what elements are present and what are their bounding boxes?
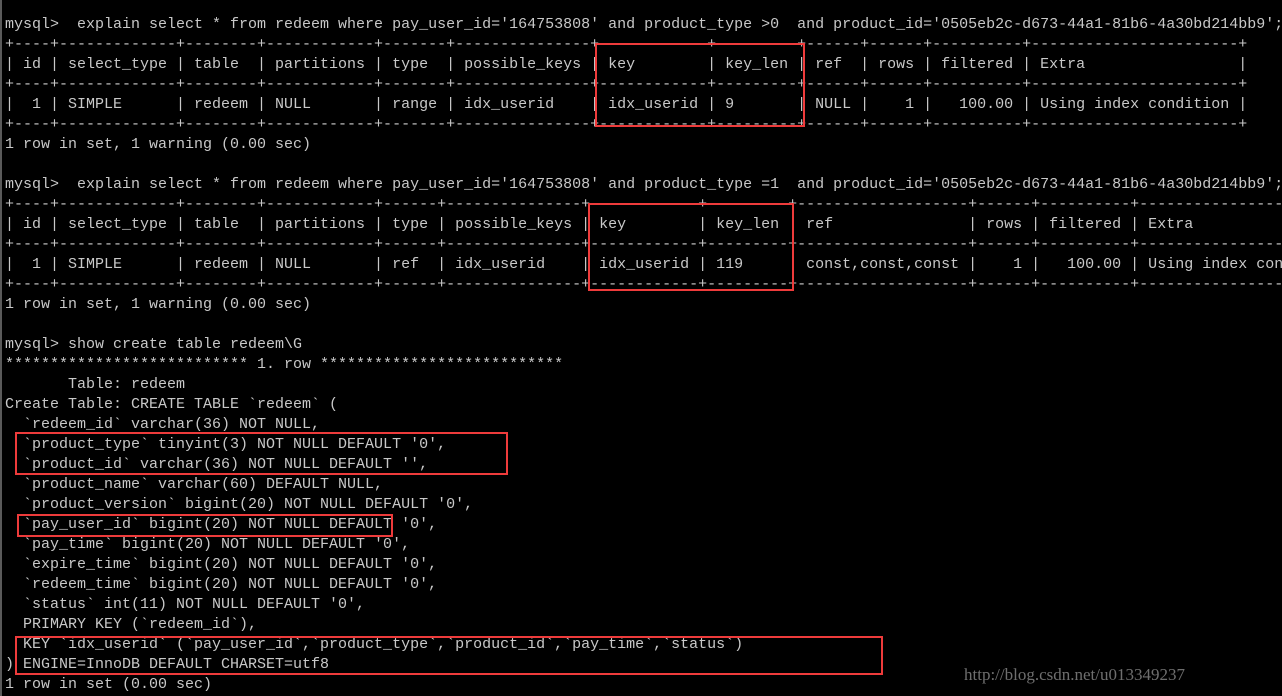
terminal-line: mysql> explain select * from redeem wher… <box>5 176 1282 193</box>
terminal-line: *************************** 1. row *****… <box>5 356 564 373</box>
terminal-line: | id | select_type | table | partitions … <box>5 216 1282 233</box>
terminal-line: 1 row in set, 1 warning (0.00 sec) <box>5 296 312 313</box>
terminal-line: `pay_user_id` bigint(20) NOT NULL DEFAUL… <box>5 516 438 533</box>
terminal-line: +----+-------------+--------+-----------… <box>5 236 1282 253</box>
terminal-line: `status` int(11) NOT NULL DEFAULT '0', <box>5 596 366 613</box>
terminal-line: `pay_time` bigint(20) NOT NULL DEFAULT '… <box>5 536 411 553</box>
terminal-line: `product_version` bigint(20) NOT NULL DE… <box>5 496 474 513</box>
watermark: http://blog.csdn.net/u013349237 <box>964 665 1185 684</box>
terminal-line: mysql> explain select * from redeem wher… <box>5 16 1282 33</box>
terminal-line: `redeem_time` bigint(20) NOT NULL DEFAUL… <box>5 576 438 593</box>
terminal-line: 1 row in set, 1 warning (0.00 sec) <box>5 136 312 153</box>
terminal-line: +----+-------------+--------+-----------… <box>5 276 1282 293</box>
terminal-line: KEY `idx_userid` (`pay_user_id`,`product… <box>5 636 744 653</box>
terminal-line: | 1 | SIMPLE | redeem | NULL | range | i… <box>5 96 1248 113</box>
terminal-line: `redeem_id` varchar(36) NOT NULL, <box>5 416 321 433</box>
terminal-line: `expire_time` bigint(20) NOT NULL DEFAUL… <box>5 556 438 573</box>
terminal-line: +----+-------------+--------+-----------… <box>5 196 1282 213</box>
terminal-line: +----+-------------+--------+-----------… <box>5 36 1248 53</box>
terminal-line: Create Table: CREATE TABLE `redeem` ( <box>5 396 339 413</box>
terminal-window[interactable]: mysql> explain select * from redeem wher… <box>0 0 1282 696</box>
terminal-line: PRIMARY KEY (`redeem_id`), <box>5 616 258 633</box>
terminal-line: | id | select_type | table | partitions … <box>5 56 1248 73</box>
terminal-line: +----+-------------+--------+-----------… <box>5 116 1248 133</box>
terminal-line: Table: redeem <box>5 376 186 393</box>
terminal-line: mysql> show create table redeem\G <box>5 336 303 353</box>
terminal-output: mysql> explain select * from redeem wher… <box>5 15 1282 695</box>
terminal-line: `product_type` tinyint(3) NOT NULL DEFAU… <box>5 436 447 453</box>
terminal-line: `product_id` varchar(36) NOT NULL DEFAUL… <box>5 456 429 473</box>
terminal-line: +----+-------------+--------+-----------… <box>5 76 1248 93</box>
terminal-line: | 1 | SIMPLE | redeem | NULL | ref | idx… <box>5 256 1282 273</box>
terminal-line: `product_name` varchar(60) DEFAULT NULL, <box>5 476 384 493</box>
